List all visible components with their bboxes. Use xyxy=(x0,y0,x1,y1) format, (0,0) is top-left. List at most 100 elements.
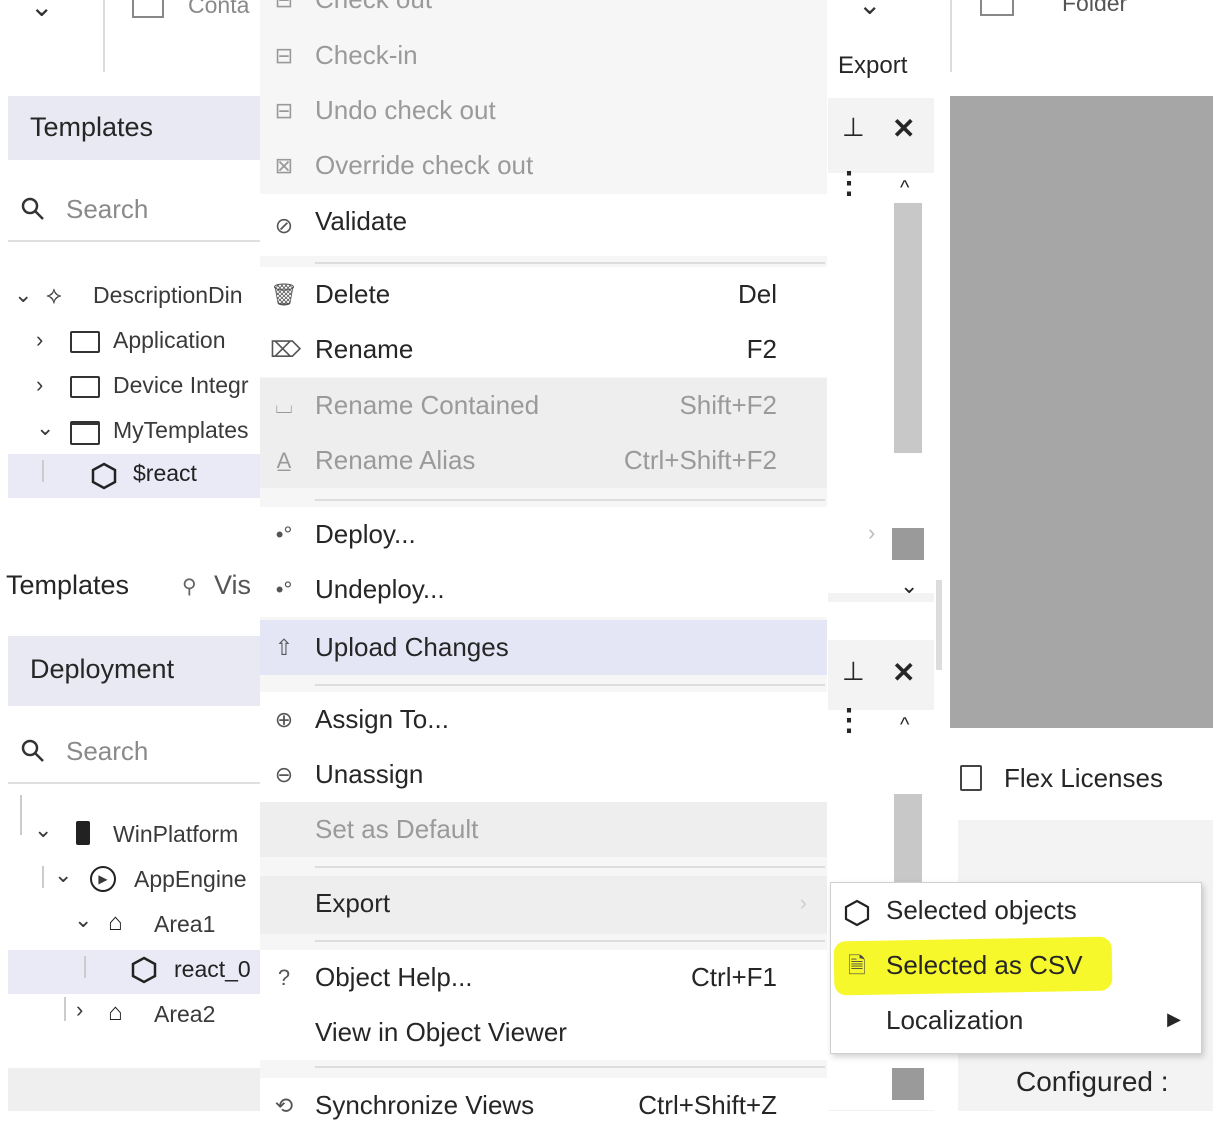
flex-licenses-label: Flex Licenses xyxy=(1004,763,1163,793)
tree-row[interactable]: ⌄ ⟡ DescriptionDin xyxy=(8,282,262,322)
close-icon[interactable]: ✕ xyxy=(892,656,915,689)
menu-item-assign-to[interactable]: ⊕ Assign To... xyxy=(260,692,827,747)
submenu-item-selected-as-csv[interactable]: 🗎 Selected as CSV xyxy=(831,938,1201,993)
pin-icon[interactable]: ⊥ xyxy=(842,112,865,143)
menu-item-check-out[interactable]: ⊟ Check out xyxy=(260,0,827,27)
scroll-up-icon[interactable]: ^ xyxy=(900,177,909,200)
menu-item-view-in-object-viewer[interactable]: View in Object Viewer xyxy=(260,1005,827,1060)
menu-item-synchronize-views[interactable]: ⟲ Synchronize Views Ctrl+Shift+Z xyxy=(260,1078,827,1133)
area-icon: ⌂ xyxy=(108,999,123,1026)
menu-item-shortcut: F2 xyxy=(746,334,777,364)
chevron-down-icon[interactable]: ⌄ xyxy=(30,0,53,23)
menu-item-validate[interactable]: ⊘ Validate xyxy=(260,194,827,256)
menu-item-label: Check-in xyxy=(315,40,418,70)
trash-icon: 🗑 xyxy=(270,282,298,307)
tree-row[interactable]: › Application xyxy=(8,327,262,367)
scrollbar-thumb[interactable] xyxy=(894,203,922,453)
tree-row[interactable]: ⌄ WinPlatform xyxy=(8,817,262,857)
templates-search[interactable]: Search xyxy=(8,178,262,242)
tree-row[interactable]: ⌄ ▶ AppEngine xyxy=(8,862,262,902)
menu-item-deploy[interactable]: •° Deploy... xyxy=(260,507,827,562)
tree-guide-line xyxy=(64,997,66,1021)
chevron-down-icon[interactable]: ⌄ xyxy=(36,415,54,441)
templates-pane-title: Templates xyxy=(30,112,154,142)
menu-item-check-in[interactable]: ⊟ Check-in xyxy=(260,28,827,83)
menu-item-override-check-out[interactable]: ⊠ Override check out xyxy=(260,138,827,193)
deployment-pane-header: Deployment xyxy=(8,636,262,706)
scroll-right-icon[interactable]: › xyxy=(868,520,875,546)
tree-label: Device Integr xyxy=(113,372,249,398)
folder-icon xyxy=(70,376,100,398)
menu-item-export[interactable]: Export › xyxy=(260,876,827,934)
tab-templates[interactable]: Templates xyxy=(6,570,129,601)
pin-icon[interactable]: ⊥ xyxy=(842,656,865,687)
close-icon[interactable]: ✕ xyxy=(892,112,915,145)
menu-item-set-as-default[interactable]: Set as Default xyxy=(260,802,827,857)
chevron-down-icon[interactable]: ⌄ xyxy=(14,282,32,308)
chevron-right-icon[interactable]: › xyxy=(76,997,83,1023)
templates-tree: ⌄ ⟡ DescriptionDin › Application › Devic… xyxy=(8,270,262,500)
tab-vis[interactable]: Vis xyxy=(214,570,251,601)
toolbar-divider xyxy=(950,0,952,72)
menu-item-label: Override check out xyxy=(315,150,534,180)
menu-item-label: Check out xyxy=(315,0,432,15)
folder-dropdown[interactable]: Folder xyxy=(1062,0,1127,17)
menu-item-label: Object Help... xyxy=(315,962,473,992)
chevron-right-icon[interactable]: › xyxy=(36,372,43,398)
menu-item-upload-changes[interactable]: ⇧ Upload Changes xyxy=(260,620,827,675)
chevron-down-icon[interactable]: ⌄ xyxy=(858,0,881,21)
menu-item-undeploy[interactable]: •° Undeploy... xyxy=(260,562,827,617)
tree-row[interactable]: › Device Integr xyxy=(8,372,262,412)
splitter-handle[interactable] xyxy=(936,580,942,670)
tree-label: Application xyxy=(113,327,226,353)
more-options-icon[interactable]: ⋮ xyxy=(834,706,864,736)
rename-contained-icon: ⌴ xyxy=(275,393,293,418)
tree-row-selected[interactable]: $react xyxy=(8,454,262,498)
menu-item-delete[interactable]: 🗑 Delete Del xyxy=(260,267,827,322)
chevron-right-icon[interactable]: › xyxy=(36,327,43,353)
deploy-icon: •° xyxy=(275,522,293,547)
scroll-down-icon[interactable]: ⌄ xyxy=(900,573,918,599)
deployment-search-input[interactable]: Search xyxy=(66,736,148,767)
menu-item-rename-alias[interactable]: A̲ Rename Alias Ctrl+Shift+F2 xyxy=(260,433,827,488)
tree-label: AppEngine xyxy=(134,866,247,892)
tree-label: WinPlatform xyxy=(113,821,239,847)
menu-item-label: Upload Changes xyxy=(315,632,509,662)
menu-item-label: Delete xyxy=(315,279,391,309)
tree-guide-line xyxy=(42,866,44,888)
tree-row-selected[interactable]: react_0 xyxy=(8,950,262,994)
menu-item-shortcut: Ctrl+F1 xyxy=(691,962,777,992)
tree-row[interactable]: › ⌂ Area2 xyxy=(8,997,262,1037)
more-options-icon[interactable]: ⋮ xyxy=(834,169,864,199)
submenu-item-localization[interactable]: Localization ▶ xyxy=(831,993,1201,1048)
top-toolbar-left: ⌄ Conta xyxy=(0,0,262,95)
chevron-down-icon[interactable]: ⌄ xyxy=(34,817,52,843)
chevron-down-icon[interactable]: ⌄ xyxy=(54,862,72,888)
platform-icon xyxy=(76,821,90,845)
check-in-icon: ⊟ xyxy=(274,43,294,68)
scroll-up-icon[interactable]: ^ xyxy=(900,714,909,737)
menu-item-unassign[interactable]: ⊖ Unassign xyxy=(260,747,827,802)
templates-search-input[interactable]: Search xyxy=(66,194,148,225)
toolbar-container-label[interactable]: Conta xyxy=(188,0,249,19)
tree-row[interactable]: ⌄ ⌂ Area1 xyxy=(8,907,262,947)
area-icon: ⌂ xyxy=(108,909,123,936)
export-toolbar-label[interactable]: Export xyxy=(838,52,907,80)
menu-item-label: Rename Contained xyxy=(315,390,540,420)
flex-licenses-tab[interactable]: Flex Licenses xyxy=(950,745,1213,815)
menu-item-rename[interactable]: ⌦ Rename F2 xyxy=(260,322,827,377)
menu-item-rename-contained[interactable]: ⌴ Rename Contained Shift+F2 xyxy=(260,378,827,433)
tree-row[interactable]: ⌄ MyTemplates xyxy=(8,415,262,457)
context-menu: ⊟ Check out ⊟ Check-in ⊟ Undo check out … xyxy=(260,0,827,1133)
scrollbar-thumb[interactable] xyxy=(894,794,922,884)
menu-item-undo-check-out[interactable]: ⊟ Undo check out xyxy=(260,83,827,138)
menu-separator xyxy=(315,684,825,686)
chevron-down-icon[interactable]: ⌄ xyxy=(74,907,92,933)
left-panel: ⌄ Conta Templates Search ⌄ ⟡ Description… xyxy=(0,0,262,1111)
tree-label: Area1 xyxy=(154,911,216,937)
menu-item-object-help[interactable]: ? Object Help... Ctrl+F1 xyxy=(260,950,827,1005)
menu-item-label: Validate xyxy=(315,206,408,236)
deployment-search[interactable]: Search xyxy=(8,720,262,784)
submenu-item-selected-objects[interactable]: Selected objects xyxy=(831,883,1201,938)
container-icon xyxy=(132,0,164,18)
